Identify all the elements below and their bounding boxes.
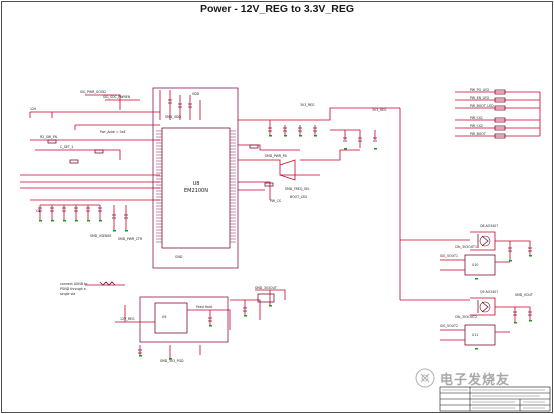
main-ic-u8: U8 EM2100N SMD_VDD VDD GND: [152, 87, 239, 269]
svg-text:Cfb_3V3OUT1: Cfb_3V3OUT1: [455, 245, 477, 249]
svg-text:Pwr_Addr = 0x4: Pwr_Addr = 0x4: [100, 130, 126, 134]
svg-text:PW_CS1: PW_CS1: [470, 116, 483, 120]
main-ic-part-number: EM2100N: [184, 188, 208, 194]
svg-text:SMD_3V3OUT: SMD_3V3OUT: [255, 286, 277, 290]
svg-text:PW_EN_LED: PW_EN_LED: [470, 96, 489, 100]
mosfet-lower: Q9 AO3407 Cfb_3V3OUT2 U11 SIG_VOUT2 SMD_…: [400, 290, 533, 350]
svg-text:PW_CS2: PW_CS2: [470, 124, 483, 128]
svg-text:SIG_VOUT1: SIG_VOUT1: [440, 254, 458, 258]
svg-text:VDD: VDD: [192, 92, 200, 96]
svg-text:SIG_SOC_PWREN: SIG_SOC_PWREN: [103, 95, 131, 99]
left-input-section: 12V SIG_PWR_GOOD SIG_SOC_PWREN R2_SW_EN …: [20, 90, 160, 241]
svg-text:PW_BOOT_LED: PW_BOOT_LED: [470, 104, 494, 108]
top-right-signals: PW_PG_LED PW_EN_LED PW_BOOT_LED PW_CS1 P…: [455, 88, 541, 139]
svg-text:3V3_REG: 3V3_REG: [300, 103, 315, 107]
svg-text:R2_SW_EN: R2_SW_EN: [40, 135, 58, 139]
bottom-regulator: connect AGND to PGND through a single vi…: [60, 281, 286, 363]
svg-text:Cfb_3V3OUT2: Cfb_3V3OUT2: [455, 315, 477, 319]
title-block: [439, 386, 551, 412]
svg-text:SIG_PWR_GOOD: SIG_PWR_GOOD: [80, 90, 106, 94]
u8-right-pins: [230, 130, 236, 243]
svg-text:PW_PG_LED: PW_PG_LED: [470, 88, 489, 92]
svg-text:connect AGND to: connect AGND to: [60, 282, 87, 286]
svg-text:U11: U11: [472, 333, 478, 337]
svg-text:12V_REG: 12V_REG: [120, 317, 135, 321]
svg-text:PGND through a: PGND through a: [60, 287, 86, 291]
svg-text:C1: C1: [36, 209, 40, 213]
center-right-section: 3V3_REG 3V3_REG SMD_PWR_FB SMD_FREQ_SEL …: [238, 103, 401, 300]
sheet-border: [1, 1, 553, 413]
svg-text:Q8 AO3407: Q8 AO3407: [480, 224, 498, 228]
svg-text:single via: single via: [60, 292, 75, 296]
svg-text:U10: U10: [472, 263, 478, 267]
watermark-text: 电子发烧友: [440, 373, 511, 388]
svg-text:BOOT_LED: BOOT_LED: [290, 195, 307, 199]
svg-text:SMD_3V3_PGD: SMD_3V3_PGD: [160, 359, 184, 363]
svg-text:Q9 AO3407: Q9 AO3407: [480, 290, 498, 294]
svg-text:SIG_VOUT2: SIG_VOUT2: [440, 324, 458, 328]
page-title: Power - 12V_REG to 3.3V_REG: [200, 3, 354, 15]
svg-text:SMD_FREQ_SEL: SMD_FREQ_SEL: [285, 187, 310, 191]
mosfet-upper: Q8 AO3407 Cfb_3V3OUT1 U10 SIG_VOUT1: [400, 224, 532, 280]
svg-text:3V3_REG: 3V3_REG: [372, 108, 387, 112]
schematic-sheet: Power - 12V_REG to 3.3V_REG 12V SIG_PWR_…: [1, 1, 553, 413]
svg-text:PW_BOOT: PW_BOOT: [470, 132, 486, 136]
watermark-logo-icon: [415, 368, 435, 388]
main-ic-refdes: U8: [193, 181, 200, 187]
svg-text:SMD_PWR_FB: SMD_PWR_FB: [265, 154, 287, 158]
u8-left-pins: [156, 130, 162, 243]
svg-text:C_SET_1: C_SET_1: [60, 145, 73, 149]
svg-text:SMD_VDD: SMD_VDD: [165, 115, 181, 119]
svg-text:12V: 12V: [30, 107, 37, 111]
svg-text:U9: U9: [162, 315, 166, 319]
svg-text:SMD_PWR_CTR: SMD_PWR_CTR: [118, 237, 143, 241]
svg-text:PW_CS: PW_CS: [270, 199, 281, 203]
watermark: [415, 368, 435, 388]
svg-text:SMD_VSENSE: SMD_VSENSE: [90, 234, 111, 238]
svg-text:GND: GND: [175, 255, 183, 259]
svg-text:Feed Hold: Feed Hold: [196, 305, 212, 309]
svg-text:SMD_VOUT: SMD_VOUT: [515, 293, 533, 297]
